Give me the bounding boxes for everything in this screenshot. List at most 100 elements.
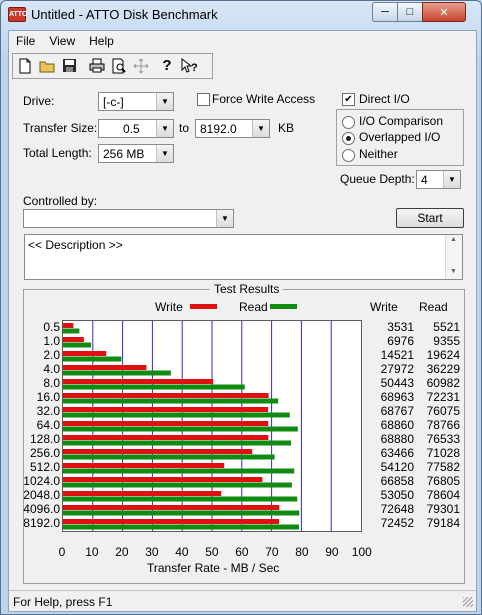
write-bar [63,323,74,328]
resize-grip-icon[interactable] [463,597,473,607]
scroll-up-icon[interactable]: ▲ [450,236,457,243]
controlled-by-select[interactable]: ▼ [23,209,234,228]
write-bar [63,337,84,342]
io-comparison-radio[interactable] [342,116,355,129]
x-tick-label: 50 [205,545,219,559]
category-label: 8192.0 [23,516,60,530]
transfer-size-to-select[interactable]: 8192.0 ▼ [195,119,270,138]
menu-view[interactable]: View [42,31,82,51]
status-text: For Help, press F1 [13,595,113,609]
description-scrollbar[interactable]: ▲ ▼ [445,235,462,279]
transfer-size-from-value: 0.5 [123,122,140,136]
legend-read-label: Read [239,300,268,314]
neither-radio[interactable] [342,149,355,162]
title-bar[interactable]: ATTO Untitled - ATTO Disk Benchmark ─ □ … [1,1,481,29]
write-bar [63,491,222,496]
read-value: 79184 [426,516,460,530]
read-column-header: Read [419,300,448,314]
drive-select[interactable]: [-c-] ▼ [98,92,174,111]
context-help-icon[interactable]: ? [179,56,199,75]
category-label: 64.0 [36,418,60,432]
write-value: 6976 [387,334,414,348]
read-value: 78766 [426,418,460,432]
results-title: Test Results [210,282,284,296]
write-bar [63,365,147,370]
kb-label: KB [278,121,295,135]
svg-text:?: ? [191,62,198,74]
start-button[interactable]: Start [396,208,464,228]
help-icon[interactable]: ? [157,56,177,75]
overlapped-io-radio[interactable] [342,132,355,145]
write-value: 14521 [380,348,414,362]
maximize-button[interactable]: □ [397,2,423,22]
x-tick-label: 80 [295,545,309,559]
write-value: 54120 [380,460,414,474]
legend-write-swatch [190,304,217,309]
chevron-down-icon: ▼ [252,120,269,137]
description-textarea[interactable]: << Description >> ▲ ▼ [24,234,463,280]
read-bar [63,510,300,516]
write-value: 27972 [380,362,414,376]
read-value: 60982 [426,376,460,390]
read-value: 72231 [426,390,460,404]
x-tick-label: 40 [175,545,189,559]
read-bar [63,454,275,460]
category-label: 32.0 [36,404,60,418]
write-value: 3531 [387,320,414,334]
direct-io-checkbox[interactable]: ✔ [342,93,355,106]
drive-value: [-c-] [103,95,124,109]
write-value: 66858 [380,474,414,488]
write-value: 72452 [380,516,414,530]
open-folder-icon[interactable] [37,56,57,75]
total-length-label: Total Length: [23,146,92,160]
scroll-down-icon[interactable]: ▼ [450,268,457,275]
minimize-button[interactable]: ─ [372,2,398,22]
transfer-size-to-value: 8192.0 [200,122,237,136]
category-label: 2048.0 [23,488,60,502]
chart-plot-area [62,320,362,532]
category-label: 1.0 [43,334,60,348]
write-bar [63,407,269,412]
new-file-icon[interactable] [15,56,35,75]
write-bar [63,505,280,510]
print-icon[interactable] [87,56,107,75]
read-value: 71028 [426,446,460,460]
queue-depth-select[interactable]: 4 ▼ [416,170,461,189]
read-bar [63,426,298,432]
read-bar [63,384,245,390]
legend-write-label: Write [155,300,183,314]
chevron-down-icon: ▼ [156,120,173,137]
read-value: 78604 [426,488,460,502]
queue-depth-label: Queue Depth: [340,172,415,186]
write-bar [63,477,263,482]
menu-help[interactable]: Help [82,31,121,51]
read-value: 76805 [426,474,460,488]
move-icon[interactable] [131,56,151,75]
write-bar [63,449,253,454]
neither-label: Neither [359,147,398,161]
read-bar [63,398,279,404]
force-write-label: Force Write Access [212,92,316,106]
chevron-down-icon: ▼ [216,210,233,227]
legend-read-swatch [270,304,297,309]
close-button[interactable]: ✕ [422,2,466,22]
read-value: 5521 [433,320,460,334]
write-value: 72648 [380,502,414,516]
menu-file[interactable]: File [9,31,42,51]
save-icon[interactable] [59,56,79,75]
read-bar [63,412,290,418]
x-tick-label: 100 [351,545,372,559]
write-bar [63,421,269,426]
force-write-checkbox[interactable] [197,93,210,106]
total-length-select[interactable]: 256 MB ▼ [98,144,174,163]
print-preview-icon[interactable] [109,56,129,75]
client-area: File View Help ? ? Drive: [-c-] ▼ Force … [8,30,477,612]
write-value: 68963 [380,390,414,404]
drive-label: Drive: [23,94,55,108]
read-value: 19624 [426,348,460,362]
write-value: 53050 [380,488,414,502]
transfer-size-from-select[interactable]: 0.5 ▼ [98,119,174,138]
read-value: 9355 [433,334,460,348]
category-label: 512.0 [29,460,60,474]
x-tick-label: 10 [85,545,99,559]
